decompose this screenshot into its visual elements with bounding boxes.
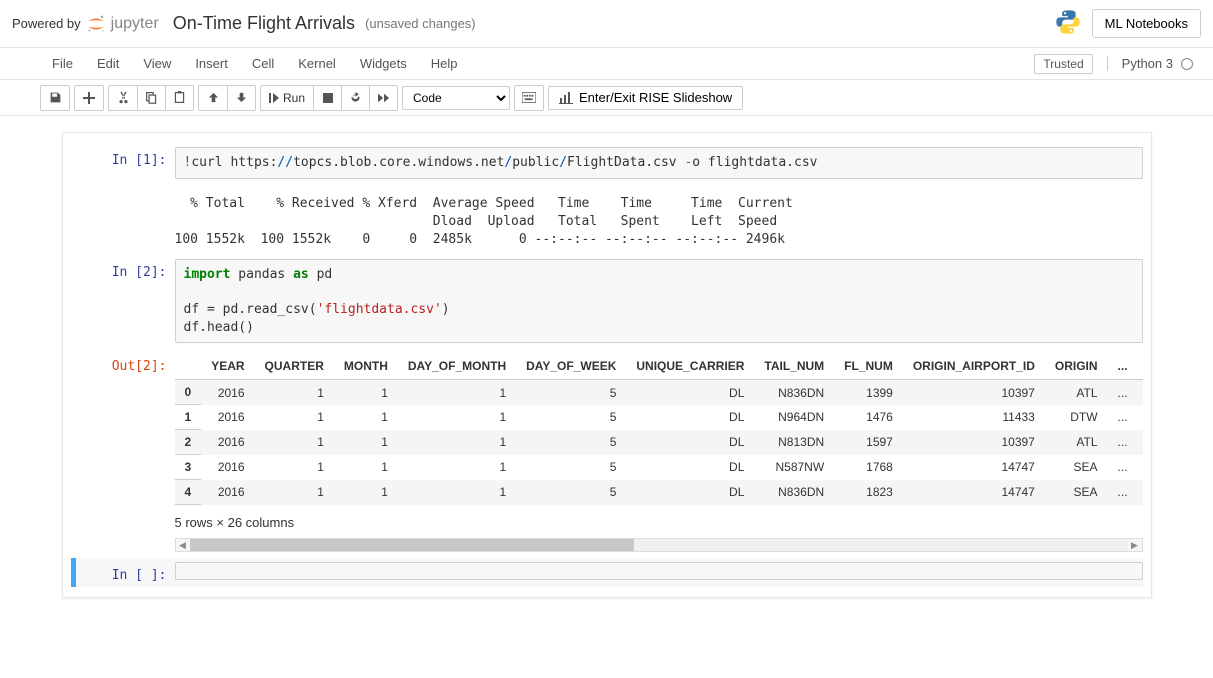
kernel-status-icon [1181, 58, 1193, 70]
col-header: CRS_ARR_ [1138, 353, 1143, 380]
menubar: FileEditViewInsertCellKernelWidgetsHelp … [0, 48, 1213, 80]
col-header: FL_NUM [834, 353, 903, 380]
col-header: ORIGIN_AIRPORT_ID [903, 353, 1045, 380]
horizontal-scrollbar[interactable]: ◀ ▶ [175, 538, 1143, 552]
code-cell-1[interactable]: In [1]: !curl https://topcs.blob.core.wi… [71, 143, 1143, 183]
python-icon [1054, 8, 1082, 39]
col-header: QUARTER [255, 353, 334, 380]
kernel-indicator[interactable]: Python 3 [1107, 56, 1193, 71]
menu-file[interactable]: File [40, 50, 85, 77]
menu-kernel[interactable]: Kernel [286, 50, 348, 77]
dataframe-table: YEARQUARTERMONTHDAY_OF_MONTHDAY_OF_WEEKU… [175, 353, 1143, 505]
notebook-title[interactable]: On-Time Flight Arrivals [173, 13, 355, 34]
table-row: 120161115DLN964DN147611433DTW... [175, 405, 1143, 430]
dataframe-output: YEARQUARTERMONTHDAY_OF_MONTHDAY_OF_WEEKU… [175, 353, 1143, 552]
save-status: (unsaved changes) [365, 16, 476, 31]
col-header: MONTH [334, 353, 398, 380]
menu-edit[interactable]: Edit [85, 50, 131, 77]
dataframe-summary: 5 rows × 26 columns [175, 505, 1143, 536]
jupyter-icon [85, 13, 107, 35]
table-row: 020161115DLN836DN139910397ATL... [175, 380, 1143, 405]
cell-type-select[interactable]: Code [402, 86, 510, 110]
code-cell-2[interactable]: In [2]: import pandas as pd df = pd.read… [71, 255, 1143, 347]
table-row: 220161115DLN813DN159710397ATL... [175, 430, 1143, 455]
col-header: DAY_OF_WEEK [516, 353, 626, 380]
table-row: 320161115DLN587NW176814747SEA... [175, 455, 1143, 480]
move-up-button[interactable] [199, 86, 227, 110]
scroll-right-icon[interactable]: ▶ [1128, 539, 1142, 551]
code-input[interactable] [175, 562, 1143, 580]
save-button[interactable] [41, 86, 69, 110]
add-cell-button[interactable] [75, 86, 103, 110]
ml-notebooks-button[interactable]: ML Notebooks [1092, 9, 1201, 38]
cut-button[interactable] [109, 86, 137, 110]
col-header: TAIL_NUM [754, 353, 834, 380]
output-cell-2: Out[2]: YEARQUARTERMONTHDAY_OF_MONTHDAY_… [71, 349, 1143, 556]
jupyter-text: jupyter [111, 15, 159, 33]
input-prompt: In [1]: [112, 153, 167, 168]
toolbar: Run Code Enter/Exit RISE Slideshow [0, 80, 1213, 116]
command-palette-button[interactable] [515, 86, 543, 110]
col-header: ... [1108, 353, 1138, 380]
restart-button[interactable] [341, 86, 369, 110]
copy-button[interactable] [137, 86, 165, 110]
interrupt-button[interactable] [313, 86, 341, 110]
header-bar: Powered by jupyter On-Time Flight Arriva… [0, 0, 1213, 48]
output-cell-1: % Total % Received % Xferd Average Speed… [71, 185, 1143, 254]
run-button[interactable]: Run [261, 86, 313, 110]
menu-help[interactable]: Help [419, 50, 470, 77]
trusted-indicator[interactable]: Trusted [1034, 54, 1092, 74]
scroll-left-icon[interactable]: ◀ [176, 539, 190, 551]
jupyter-logo[interactable]: jupyter [85, 13, 159, 35]
bar-chart-icon [559, 92, 573, 104]
output-prompt: Out[2]: [112, 359, 167, 374]
input-prompt: In [ ]: [112, 568, 167, 583]
table-row: 420161115DLN836DN182314747SEA... [175, 480, 1143, 505]
col-header: ORIGIN [1045, 353, 1108, 380]
menu-insert[interactable]: Insert [183, 50, 240, 77]
notebook-container: In [1]: !curl https://topcs.blob.core.wi… [62, 132, 1152, 598]
col-header: YEAR [201, 353, 254, 380]
code-input[interactable]: !curl https://topcs.blob.core.windows.ne… [175, 147, 1143, 179]
restart-run-all-button[interactable] [369, 86, 397, 110]
input-prompt: In [2]: [112, 265, 167, 280]
menu-cell[interactable]: Cell [240, 50, 286, 77]
paste-button[interactable] [165, 86, 193, 110]
menu-widgets[interactable]: Widgets [348, 50, 419, 77]
col-header: UNIQUE_CARRIER [626, 353, 754, 380]
stdout-output: % Total % Received % Xferd Average Speed… [175, 189, 1143, 250]
col-header: DAY_OF_MONTH [398, 353, 516, 380]
code-input[interactable]: import pandas as pd df = pd.read_csv('fl… [175, 259, 1143, 343]
code-cell-empty[interactable]: In [ ]: [71, 558, 1143, 587]
powered-by-label: Powered by [12, 16, 81, 31]
menu-view[interactable]: View [131, 50, 183, 77]
move-down-button[interactable] [227, 86, 255, 110]
rise-slideshow-button[interactable]: Enter/Exit RISE Slideshow [548, 86, 743, 110]
kernel-name: Python 3 [1122, 56, 1173, 71]
